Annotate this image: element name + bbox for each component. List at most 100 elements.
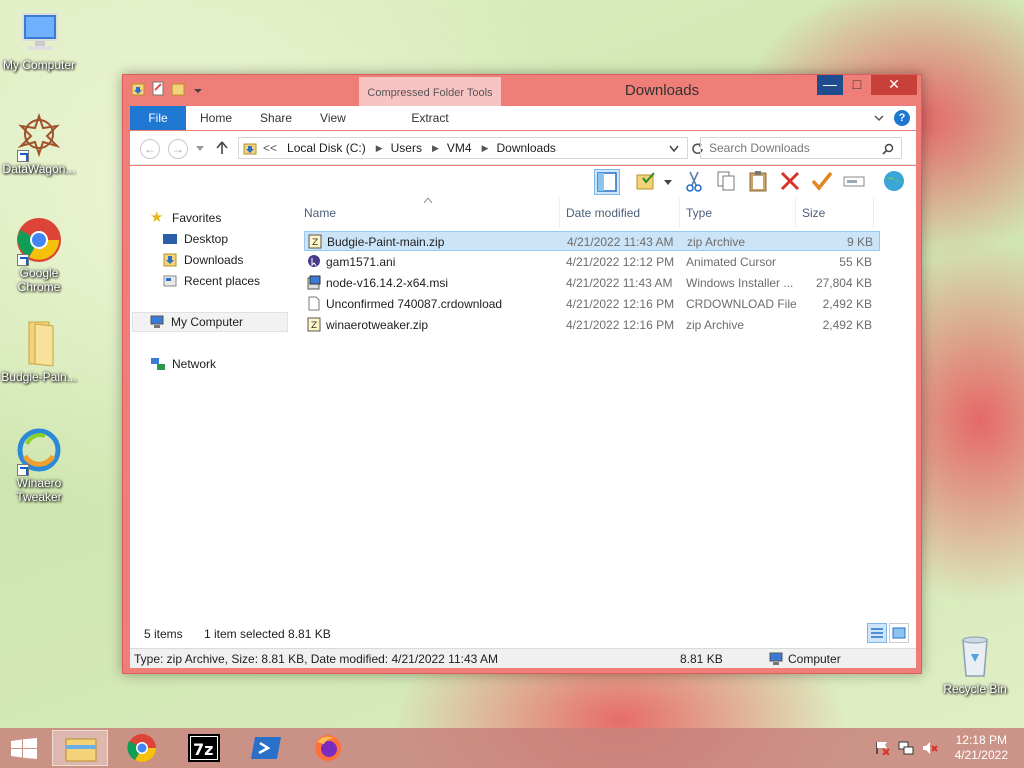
tab-share[interactable]: Share (246, 106, 306, 130)
preview-pane-icon (597, 172, 617, 192)
nav-downloads[interactable]: Downloads (162, 250, 243, 270)
taskbar-7zip[interactable]: 7z (176, 730, 232, 766)
desktop-icon-datawagon[interactable]: DataWagon... (0, 112, 81, 176)
taskbar-firefox[interactable] (300, 730, 356, 766)
file-type: zip Archive (687, 235, 746, 249)
search-input[interactable]: Search Downloads (700, 137, 902, 159)
details-location: Computer (788, 652, 841, 666)
nav-label: Network (172, 357, 217, 371)
details-view-button[interactable] (867, 623, 887, 643)
tab-extract[interactable]: Extract (359, 106, 501, 130)
scissors-icon (686, 171, 702, 192)
taskbar-powershell[interactable] (238, 730, 294, 766)
column-header-date[interactable]: Date modified (560, 198, 680, 228)
zip-file-icon: Z (307, 317, 321, 332)
breadcrumb-local-disk[interactable]: Local Disk (C:) (287, 141, 366, 155)
forward-button[interactable]: → (168, 139, 188, 159)
computer-icon (15, 8, 63, 56)
file-row[interactable]: node-v16.14.2-x64.msi 4/21/2022 11:43 AM… (304, 273, 880, 293)
nav-label: My Computer (171, 315, 244, 329)
globe-icon (884, 171, 904, 191)
help-icon[interactable]: ? (894, 110, 910, 126)
file-type: zip Archive (686, 318, 745, 332)
title-bar[interactable]: Compressed Folder Tools Downloads — □ ✕ (123, 75, 921, 109)
minimize-button[interactable]: — (817, 75, 843, 95)
chevron-down-icon[interactable] (664, 180, 672, 186)
tab-home[interactable]: Home (186, 106, 246, 130)
close-button[interactable]: ✕ (871, 75, 917, 95)
file-row[interactable]: Z Budgie-Paint-main.zip 4/21/2022 11:43 … (304, 231, 880, 251)
breadcrumb-users[interactable]: Users (391, 141, 422, 155)
taskbar-chrome[interactable] (114, 730, 170, 766)
nav-favorites[interactable]: ★ Favorites (150, 208, 221, 228)
tab-view[interactable]: View (306, 106, 360, 130)
command-toolbar (130, 166, 916, 198)
system-clock[interactable]: 12:18 PM 4/21/2022 (955, 733, 1008, 763)
volume-muted-icon[interactable] (922, 741, 938, 755)
back-button[interactable]: ← (140, 139, 160, 159)
rename-button[interactable] (842, 169, 868, 195)
nav-desktop[interactable]: Desktop (162, 229, 228, 249)
start-button[interactable] (10, 738, 38, 760)
properties-button[interactable] (882, 169, 908, 195)
breadcrumb-chevron-icon[interactable]: ▶ (432, 143, 439, 154)
file-row[interactable]: Z winaerotweaker.zip 4/21/2022 12:16 PM … (304, 315, 880, 335)
navigation-pane: ★ Favorites Desktop Downloads Recent pla… (130, 198, 292, 618)
nav-my-computer[interactable]: My Computer (132, 312, 288, 332)
desktop-icon-budgie-paint[interactable]: Budgie-Pain... (0, 320, 81, 384)
check-button[interactable] (810, 169, 836, 195)
breadcrumb-downloads[interactable]: Downloads (497, 141, 556, 155)
tab-file[interactable]: File (130, 106, 186, 130)
file-row[interactable]: Unconfirmed 740087.crdownload 4/21/2022 … (304, 294, 880, 314)
generic-file-icon (308, 296, 320, 311)
file-name: Unconfirmed 740087.crdownload (326, 297, 503, 311)
file-name: Budgie-Paint-main.zip (327, 235, 445, 249)
address-bar[interactable]: << Local Disk (C:) ▶ Users ▶ VM4 ▶ Downl… (238, 137, 688, 159)
delete-button[interactable] (778, 169, 804, 195)
taskbar-file-explorer[interactable] (52, 730, 108, 766)
computer-icon (150, 315, 164, 328)
file-name: winaerotweaker.zip (326, 318, 429, 332)
address-overflow[interactable]: << (263, 141, 277, 155)
desktop-icon-recycle-bin[interactable]: Recycle Bin (933, 632, 1017, 696)
paste-icon (749, 171, 767, 192)
checkmark-icon (811, 171, 833, 191)
up-arrow-icon[interactable] (216, 141, 228, 155)
animated-cursor-file-icon (308, 255, 320, 267)
recent-locations-icon[interactable] (196, 146, 204, 152)
search-icon[interactable] (882, 143, 894, 155)
selection-info: 1 item selected 8.81 KB (204, 627, 331, 641)
column-header-size[interactable]: Size (796, 198, 874, 228)
action-center-flag-icon[interactable] (874, 741, 890, 755)
move-to-button[interactable] (634, 169, 660, 195)
copy-button[interactable] (714, 169, 740, 195)
column-header-type[interactable]: Type (680, 198, 796, 228)
large-icons-view-button[interactable] (889, 623, 909, 643)
status-bar: 5 items 1 item selected 8.81 KB (130, 618, 916, 648)
file-date: 4/21/2022 12:16 PM (566, 318, 675, 332)
shortcut-arrow-icon (17, 150, 29, 162)
cut-button[interactable] (682, 169, 708, 195)
address-dropdown-icon[interactable] (669, 145, 679, 153)
maximize-button[interactable]: □ (844, 75, 870, 95)
desktop-icon-my-computer[interactable]: My Computer (0, 8, 81, 72)
breadcrumb-chevron-icon[interactable]: ▶ (376, 143, 383, 154)
desktop-icon-winaero-tweaker[interactable]: Winaero Tweaker (0, 426, 81, 504)
breadcrumb-chevron-icon[interactable]: ▶ (482, 143, 489, 154)
preview-pane-button[interactable] (594, 169, 620, 195)
taskbar: 7z 12:18 PM 4/21/2022 (0, 728, 1024, 768)
network-status-icon[interactable] (898, 741, 914, 755)
desktop-icon-google-chrome[interactable]: Google Chrome (0, 216, 81, 294)
file-row[interactable]: gam1571.ani 4/21/2022 12:12 PM Animated … (304, 252, 880, 272)
breadcrumb-vm4[interactable]: VM4 (447, 141, 472, 155)
downloads-folder-icon (243, 143, 257, 155)
zip-file-icon: Z (308, 234, 322, 249)
desktop-icon-label: Winaero Tweaker (16, 476, 62, 504)
file-size: 2,492 KB (822, 318, 872, 332)
nav-network[interactable]: Network (150, 354, 216, 374)
nav-recent-places[interactable]: Recent places (162, 271, 260, 291)
desktop-icon-label: Google Chrome (17, 266, 61, 294)
nav-label: Desktop (184, 232, 229, 246)
paste-button[interactable] (746, 169, 772, 195)
expand-ribbon-icon[interactable] (874, 113, 884, 123)
